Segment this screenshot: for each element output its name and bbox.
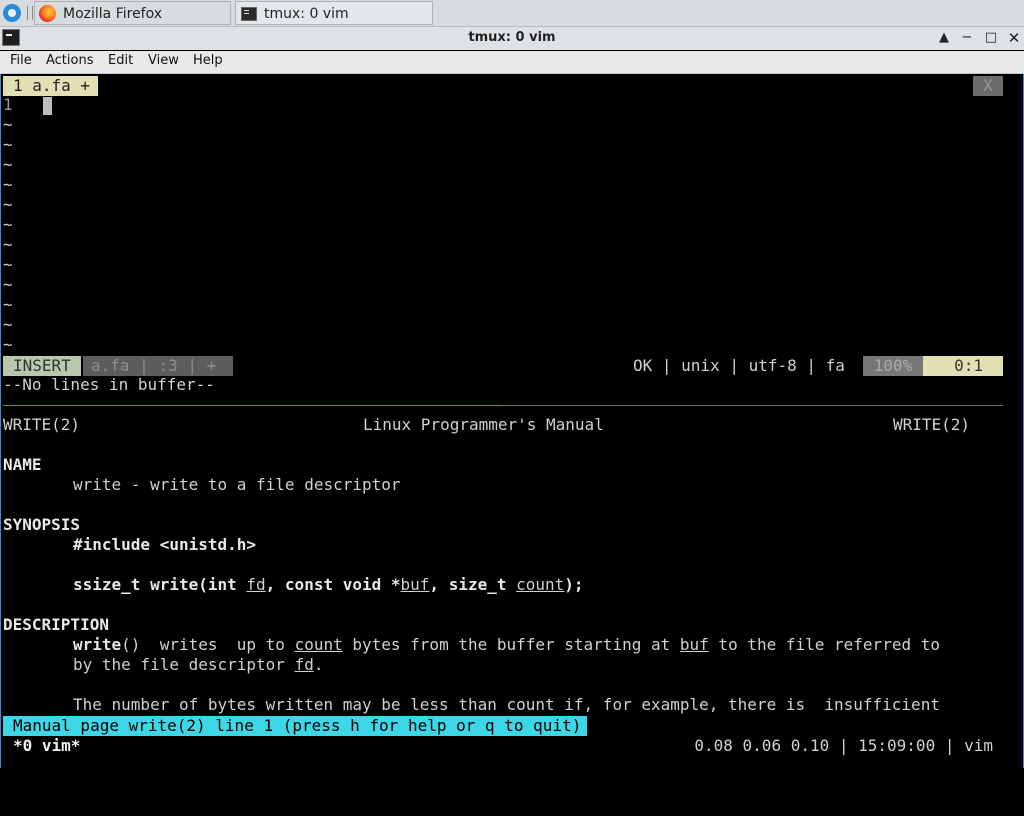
menu-file[interactable]: File <box>10 53 32 68</box>
man-name-text: write - write to a file descriptor <box>73 475 401 494</box>
empty-line-tilde: ~ <box>3 135 13 154</box>
maximize-button[interactable]: □ <box>982 29 1000 47</box>
desc-text: . <box>313 655 324 674</box>
man-description-line: write() writes up to count bytes from th… <box>73 635 940 655</box>
taskbar-item-tmux[interactable]: tmux: 0 vim <box>235 1 433 25</box>
empty-line-tilde: ~ <box>3 335 13 354</box>
empty-line-tilde: ~ <box>3 175 13 194</box>
desc-text: () writes up to <box>121 635 295 654</box>
window-title: tmux: 0 vim <box>468 30 556 45</box>
menu-view[interactable]: View <box>148 53 179 68</box>
terminal-area[interactable]: 1 a.fa + X 1 ~ ~ ~ ~ ~ ~ ~ ~ ~ ~ ~ ~ INS… <box>0 74 1024 768</box>
sig-buf: buf <box>400 575 430 594</box>
vim-statusline: INSERT a.fa | :3 | + OK | unix | utf-8 |… <box>3 356 1003 376</box>
empty-line-tilde: ~ <box>3 195 13 214</box>
empty-line-tilde: ~ <box>3 155 13 174</box>
desc-text: by the file descriptor <box>73 655 295 674</box>
desc-text: bytes from the buffer starting at <box>342 635 680 654</box>
man-description-line: The number of bytes written may be less … <box>73 695 940 714</box>
desc-fd: fd <box>294 655 314 674</box>
menu-help[interactable]: Help <box>193 53 223 68</box>
terminal-icon <box>241 7 257 21</box>
empty-line-tilde: ~ <box>3 295 13 314</box>
close-button[interactable]: ✕ <box>1005 29 1023 47</box>
vim-tab[interactable]: 1 a.fa + <box>3 76 99 96</box>
taskbar-separator <box>27 6 33 20</box>
vim-mode-indicator: INSERT <box>3 356 81 376</box>
tmux-active-pane-indicator <box>3 405 503 406</box>
sig-count: count <box>516 575 565 594</box>
man-header-left: WRITE(2) <box>3 415 81 434</box>
empty-line-tilde: ~ <box>3 235 13 254</box>
desc-fn: write <box>73 635 122 654</box>
taskbar-item-label: Mozilla Firefox <box>63 6 163 22</box>
line-number: 1 <box>3 95 13 114</box>
man-include-line: #include <unistd.h> <box>73 535 257 554</box>
menubar: File Actions Edit View Help <box>0 51 1024 74</box>
sig-mid1: , const void * <box>265 575 401 594</box>
minimize-button[interactable]: − <box>958 29 976 47</box>
tmux-status-right: 0.08 0.06 0.10 | 15:09:00 | vim <box>694 736 993 755</box>
sig-end: ); <box>564 575 584 594</box>
empty-line-tilde: ~ <box>3 215 13 234</box>
man-section-synopsis: SYNOPSIS <box>3 515 81 534</box>
desc-count: count <box>294 635 343 654</box>
man-description-line: by the file descriptor fd. <box>73 655 323 675</box>
empty-line-tilde: ~ <box>3 275 13 294</box>
menu-edit[interactable]: Edit <box>108 53 133 68</box>
desc-text: to the file referred to <box>708 635 940 654</box>
vim-tab-close-button[interactable]: X <box>973 76 1003 96</box>
text-cursor <box>43 97 52 115</box>
shade-button[interactable]: ▲ <box>935 29 953 47</box>
vim-file-format-info: OK | unix | utf-8 | fa <box>633 356 845 375</box>
firefox-icon <box>39 5 56 22</box>
man-header-center: Linux Programmer's Manual <box>363 415 604 434</box>
start-menu-icon[interactable] <box>3 4 21 22</box>
man-pager-status: Manual page write(2) line 1 (press h for… <box>3 716 588 736</box>
sig-mid2: , size_t <box>429 575 517 594</box>
vim-cursor-position: 0:1 <box>923 356 1003 376</box>
tmux-status-bar: *0 vim* 0.08 0.06 0.10 | 15:09:00 | vim <box>3 736 1003 756</box>
desc-buf: buf <box>679 635 709 654</box>
man-section-description: DESCRIPTION <box>3 615 109 634</box>
empty-line-tilde: ~ <box>3 255 13 274</box>
empty-line-tilde: ~ <box>3 115 13 134</box>
window-titlebar[interactable]: tmux: 0 vim ▲ − □ ✕ <box>0 27 1024 50</box>
vim-file-info: a.fa | :3 | + <box>83 356 233 376</box>
empty-line-tilde: ~ <box>3 315 13 334</box>
vim-message-line: --No lines in buffer-- <box>3 375 215 394</box>
sig-fd: fd <box>246 575 266 594</box>
taskbar-item-firefox[interactable]: Mozilla Firefox <box>34 1 231 25</box>
sig-prefix: ssize_t write(int <box>73 575 247 594</box>
man-section-name: NAME <box>3 455 42 474</box>
tmux-window-tab[interactable]: *0 vim* <box>13 736 80 756</box>
man-signature-line: ssize_t write(int fd, const void *buf, s… <box>73 575 584 595</box>
man-header-right: WRITE(2) <box>893 415 971 434</box>
vim-scroll-percent: 100% <box>863 356 923 376</box>
menu-actions[interactable]: Actions <box>46 53 94 68</box>
taskbar: Mozilla Firefox tmux: 0 vim <box>0 0 1024 27</box>
taskbar-item-label: tmux: 0 vim <box>264 6 349 22</box>
